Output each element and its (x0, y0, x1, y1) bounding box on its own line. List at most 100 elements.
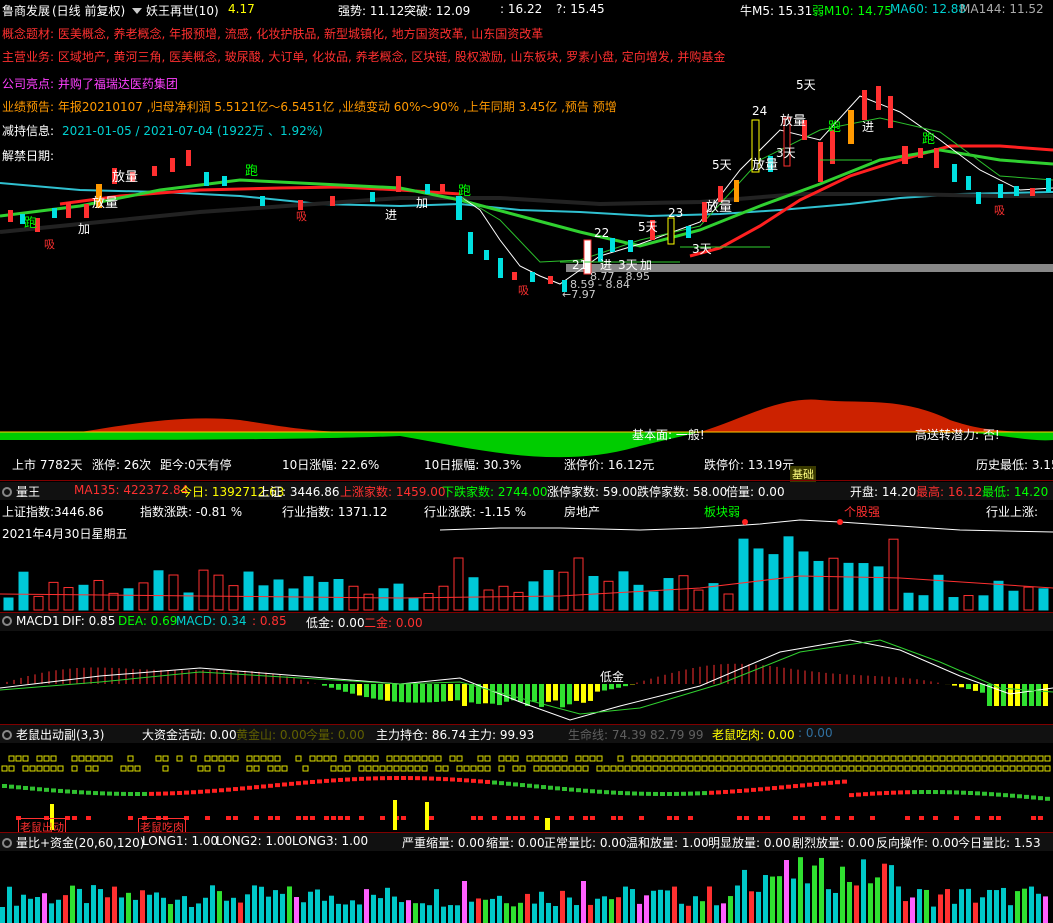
volume-bar (228, 585, 239, 611)
rat-marker (267, 755, 274, 762)
vol-up-count: 上涨家数: 1459.00 (340, 485, 446, 499)
rat-marker (260, 755, 267, 762)
label-fangliang-3: 放量 (706, 200, 733, 215)
rat-marker (918, 755, 925, 762)
rat-marker (71, 765, 78, 772)
volume-bar (333, 578, 344, 611)
macd-pane-menu[interactable]: MACD1 (2, 614, 60, 628)
rat-marker (85, 765, 92, 772)
rat-marker (841, 755, 848, 762)
rat-line-dot (107, 791, 112, 796)
rat-marker (785, 765, 792, 772)
indicator-dropdown[interactable]: 妖王再世(10) (128, 2, 219, 19)
volume-ratio-bar (882, 863, 887, 923)
rat-marker (953, 755, 960, 762)
rat-line-dot (646, 791, 651, 796)
rat-marker (988, 765, 995, 772)
rat-marker (421, 755, 428, 762)
volume-ratio-bar (329, 895, 334, 923)
volume-ratio-bar (427, 905, 432, 923)
rat-line-dot (534, 784, 539, 789)
period-mode[interactable]: (日线 前复权) (52, 2, 125, 19)
rat-marker (127, 755, 134, 762)
rat-marker (827, 755, 834, 762)
rat-pane-menu[interactable]: 老鼠出动副(3,3) (2, 726, 104, 743)
volume-bar (723, 593, 734, 611)
rat-marker (897, 755, 904, 762)
volume-bar (198, 569, 209, 611)
rat-marker (484, 755, 491, 762)
volume-bar (48, 581, 59, 611)
rat-line-dot (303, 780, 308, 785)
volume-ratio-bar (896, 886, 901, 923)
rat-marker (701, 765, 708, 772)
rat-marker (582, 765, 589, 772)
rat-marker (624, 765, 631, 772)
volume-ratio-bar (385, 887, 390, 923)
rat-line-dot (723, 789, 728, 794)
vr-long3: LONG3: 1.00 (292, 834, 369, 848)
volume-ratio-bar (378, 898, 383, 923)
volume-ratio-bar (168, 904, 173, 923)
rat-gold: 黄金山: 0.00 (236, 728, 307, 742)
volume-ratio-bar (770, 876, 775, 923)
volume-ratio-bar (693, 896, 698, 923)
rat-marker (400, 765, 407, 772)
rat-marker (995, 765, 1002, 772)
volume-ratio-bar (952, 903, 957, 923)
volume-bar (1023, 586, 1034, 611)
rat-marker (694, 755, 701, 762)
volume-pane-menu[interactable]: 量王 (2, 483, 40, 500)
rat-line-dot (842, 779, 847, 784)
rat-bottom-dot (506, 816, 511, 820)
rat-marker (638, 765, 645, 772)
volume-bar (663, 578, 674, 611)
volume-ratio-bar (630, 889, 635, 923)
macd-bar-negative (378, 684, 383, 700)
volume-ratio-bar (854, 885, 859, 923)
rat-marker (722, 755, 729, 762)
vr-pane-menu[interactable]: 量比+资金(20,60,120) (2, 834, 145, 851)
rat-marker (1023, 755, 1030, 762)
stock-name[interactable]: 鲁商发展 (2, 2, 50, 19)
rat-main: 主力: 99.93 (468, 728, 535, 742)
rat-marker (246, 755, 253, 762)
volume-ratio-bar (686, 905, 691, 923)
macd-two-gold: 二金: 0.00 (364, 616, 423, 630)
rat-marker (876, 765, 883, 772)
volume-ratio-bar (245, 894, 250, 923)
rat-marker (939, 755, 946, 762)
rat-marker (645, 765, 652, 772)
volume-ratio-bar (231, 897, 236, 923)
rat-marker (22, 755, 29, 762)
rat-main-hold: 主力持仓: 86.74 (376, 728, 467, 742)
rat-marker (337, 765, 344, 772)
rat-marker (554, 755, 561, 762)
volume-bar (768, 554, 779, 611)
rat-marker (953, 765, 960, 772)
rat-marker (1, 765, 8, 772)
rat-marker (519, 765, 526, 772)
volume-bar (888, 538, 899, 611)
rat-marker (36, 755, 43, 762)
main-chart-pane[interactable]: 放量 跑 放量 跑 吸 加 进 加 跑 吸 吸 22 21 进 3天 加 8.7… (0, 0, 1053, 480)
reduce-value: 2021-01-05 / 2021-07-04 (1922万 、1.92%) (62, 124, 323, 138)
rat-line-dot (380, 776, 385, 781)
rat-bottom-dot (919, 816, 924, 820)
rat-marker (8, 755, 15, 762)
rat-marker (575, 755, 582, 762)
top-title-bar: 鲁商发展 (日线 前复权) 妖王再世(10) 4.17 强势: 11.12 突破… (0, 2, 1053, 18)
macd-low-gold: 低金: 0.00 (306, 616, 365, 630)
rat-marker (498, 755, 505, 762)
rat-marker (533, 755, 540, 762)
rat-marker (792, 765, 799, 772)
rat-line-dot (373, 776, 378, 781)
rat-marker (386, 765, 393, 772)
macd-bar-negative (413, 684, 418, 703)
rat-marker (736, 755, 743, 762)
rat-marker (43, 755, 50, 762)
rat-line-dot (555, 786, 560, 791)
rat-line-dot (968, 790, 973, 795)
rat-line-dot (1024, 794, 1029, 799)
rat-marker (50, 755, 57, 762)
